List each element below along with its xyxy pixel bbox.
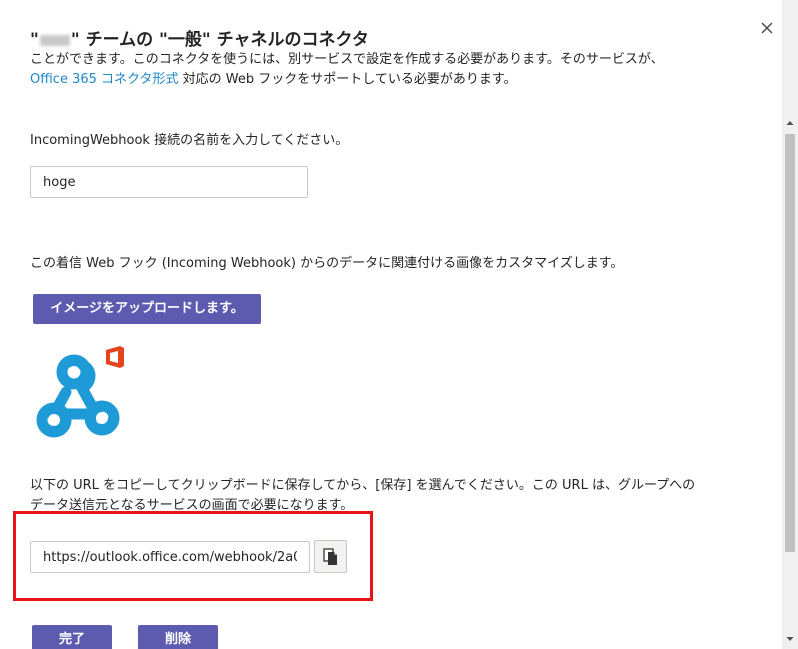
intro-line-2: Office 365 コネクタ形式 対応の Web フックをサポートしている必要… <box>30 70 517 90</box>
dialog-title: " " チームの "一般" チャネルのコネクタ <box>30 28 369 52</box>
close-button[interactable] <box>757 18 777 38</box>
copy-url-button[interactable] <box>314 540 347 573</box>
title-quote-open: " <box>30 30 39 50</box>
chevron-down-icon <box>786 637 794 641</box>
connector-format-link[interactable]: Office 365 コネクタ形式 <box>30 72 179 87</box>
chevron-up-icon <box>786 121 794 125</box>
copy-icon <box>323 548 337 565</box>
office-icon <box>106 346 124 368</box>
redacted-team-name <box>39 34 70 46</box>
vertical-scrollbar[interactable] <box>782 0 798 649</box>
delete-button[interactable]: 削除 <box>138 625 218 649</box>
done-button[interactable]: 完了 <box>32 625 112 649</box>
scroll-up-arrow[interactable] <box>782 115 798 131</box>
upload-image-button[interactable]: イメージをアップロードします。 <box>33 294 261 324</box>
webhook-icon <box>36 346 124 438</box>
scroll-down-arrow[interactable] <box>782 631 798 647</box>
close-icon <box>761 22 773 34</box>
title-text: " チームの "一般" チャネルのコネクタ <box>70 30 369 50</box>
url-instruction-line-2: データ送信元となるサービスの画面で必要になります。 <box>30 498 354 513</box>
intro-line-2-text: 対応の Web フックをサポートしている必要があります。 <box>178 72 517 87</box>
scrollbar-thumb[interactable] <box>785 134 795 552</box>
webhook-name-input[interactable] <box>30 166 308 198</box>
image-label: この着信 Web フック (Incoming Webhook) からのデータに関… <box>30 256 624 271</box>
dialog-content: ことができます。このコネクタを使うには、別サービスで設定を作成する必要があります… <box>0 0 782 649</box>
name-label: IncomingWebhook 接続の名前を入力してください。 <box>30 133 349 148</box>
intro-line-1: ことができます。このコネクタを使うには、別サービスで設定を作成する必要があります… <box>30 52 664 67</box>
url-instruction-line-1: 以下の URL をコピーしてクリップボードに保存してから、[保存] を選んでくだ… <box>30 478 696 493</box>
connector-dialog: ことができます。このコネクタを使うには、別サービスで設定を作成する必要があります… <box>0 0 798 649</box>
webhook-url-input[interactable] <box>30 541 310 573</box>
